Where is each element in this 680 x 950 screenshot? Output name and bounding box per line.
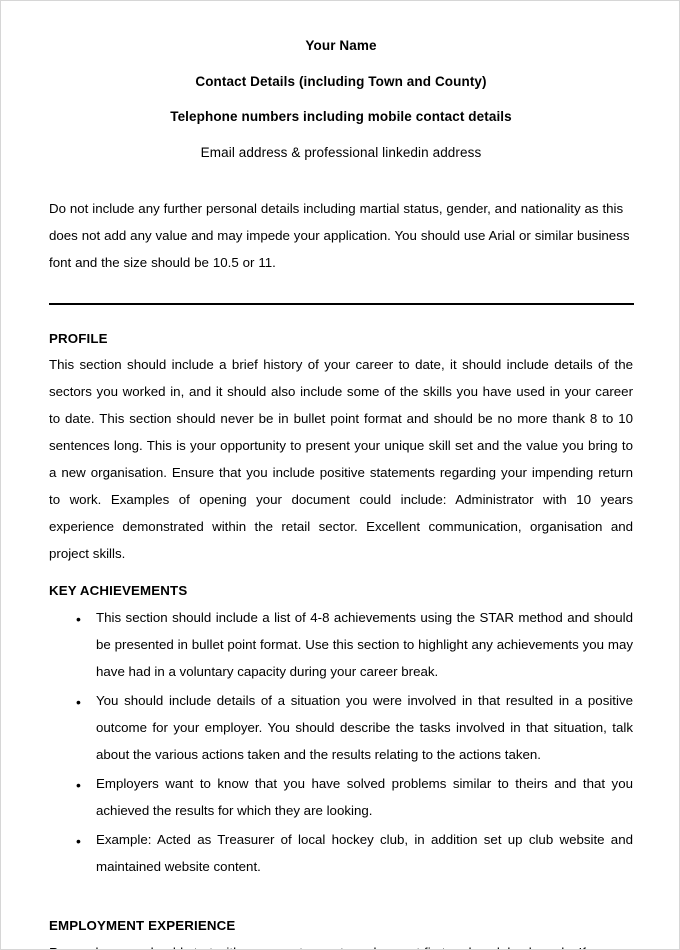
list-item: You should include details of a situatio… [49, 688, 633, 769]
employment-experience-paragraph: Remember you should start with your most… [49, 940, 633, 949]
document-sheet: Your Name Contact Details (including Tow… [1, 1, 679, 949]
section-heading-profile: PROFILE [49, 330, 108, 346]
section-employment-experience: EMPLOYMENT EXPERIENCE Remember you shoul… [49, 917, 633, 949]
intro-block: Do not include any further personal deta… [49, 196, 633, 277]
cv-header-block: Your Name Contact Details (including Tow… [49, 39, 633, 159]
section-heading-employment-experience: EMPLOYMENT EXPERIENCE [49, 918, 236, 934]
list-item: Employers want to know that you have sol… [49, 771, 633, 825]
cv-document-page: Your Name Contact Details (including Tow… [0, 0, 680, 950]
list-item: Example: Acted as Treasurer of local hoc… [49, 827, 633, 881]
telephone-line: Telephone numbers including mobile conta… [170, 109, 512, 124]
email-linkedin-line: Email address & professional linkedin ad… [200, 144, 482, 160]
profile-paragraph: This section should include a brief hist… [49, 357, 633, 562]
section-profile: PROFILE This section should include a br… [49, 330, 633, 568]
contact-details-line: Contact Details (including Town and Coun… [195, 73, 487, 89]
candidate-name-line: Your Name [305, 38, 377, 53]
key-achievements-list: This section should include a list of 4-… [49, 605, 633, 881]
intro-paragraph: Do not include any further personal deta… [49, 201, 630, 270]
header-section-divider [49, 302, 634, 305]
list-item: This section should include a list of 4-… [49, 605, 633, 686]
section-heading-key-achievements: KEY ACHIEVEMENTS [49, 583, 188, 599]
section-key-achievements: KEY ACHIEVEMENTS This section should inc… [49, 582, 633, 881]
